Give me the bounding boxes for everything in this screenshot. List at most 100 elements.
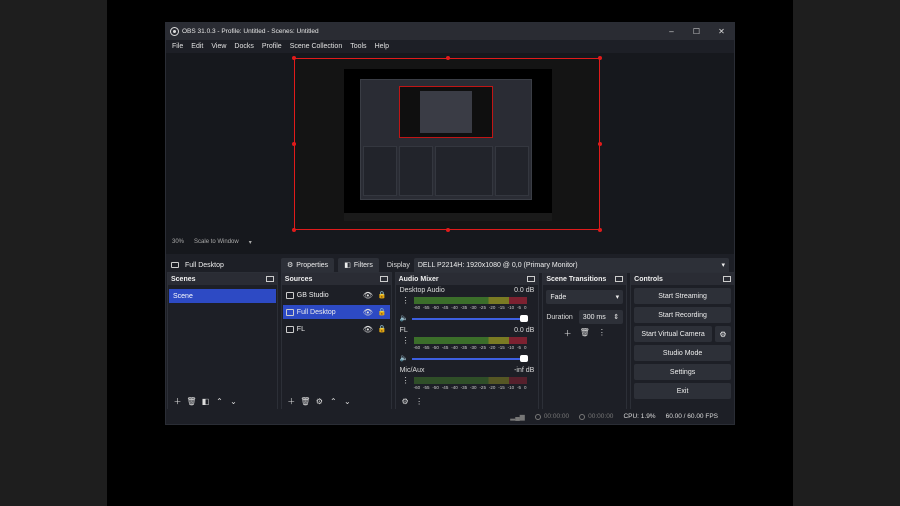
more-options-icon[interactable]: ⋮ bbox=[598, 328, 606, 339]
controls-dock: Controls Start Streaming Start Recording… bbox=[630, 272, 734, 410]
preview-canvas[interactable] bbox=[292, 56, 602, 232]
source-item-full-desktop[interactable]: Full Desktop 👁 🔒 bbox=[282, 305, 390, 319]
gear-icon[interactable]: ⚙ bbox=[314, 396, 325, 407]
minimize-button[interactable]: – bbox=[659, 23, 684, 40]
menu-docks[interactable]: Docks bbox=[230, 43, 257, 50]
channel-level: 0.0 dB bbox=[514, 287, 535, 294]
meter-ticks: -60 -55 -50 -45 -40 -35 -30 -25 -20 -15 -10 -5 0 bbox=[413, 305, 527, 310]
chevron-down-icon[interactable]: ⌄ bbox=[228, 396, 239, 407]
settings-button[interactable]: Settings bbox=[634, 364, 731, 380]
source-item-fl[interactable]: FL 👁 🔒 bbox=[283, 322, 390, 336]
filters-button[interactable]: ◧ Filters bbox=[338, 257, 379, 273]
start-recording-button[interactable]: Start Recording bbox=[634, 307, 731, 323]
resize-handle[interactable] bbox=[598, 142, 602, 146]
start-streaming-button[interactable]: Start Streaming bbox=[634, 288, 731, 304]
display-select[interactable]: DELL P2214H: 1920x1080 @ 0,0 (Primary Mo… bbox=[413, 257, 729, 273]
captured-desktop-image bbox=[344, 69, 552, 221]
filter-icon[interactable]: ◧ bbox=[200, 396, 211, 407]
trash-icon[interactable]: 🗑 bbox=[580, 328, 590, 339]
resize-handle[interactable] bbox=[598, 56, 602, 60]
eye-icon[interactable]: 👁 bbox=[363, 325, 373, 334]
stepper-icon[interactable]: ⇕ bbox=[613, 313, 619, 321]
maximize-button[interactable]: ☐ bbox=[684, 23, 709, 40]
gear-icon[interactable]: ⚙ bbox=[714, 326, 731, 342]
speaker-icon[interactable]: 🔈 bbox=[400, 354, 409, 362]
slider-handle[interactable] bbox=[519, 355, 528, 362]
menu-help[interactable]: Help bbox=[371, 43, 393, 50]
undock-icon[interactable] bbox=[265, 276, 274, 282]
chevron-up-icon[interactable]: ⌃ bbox=[214, 396, 225, 407]
transitions-dock: Scene Transitions Fade ▾ Duration 300 ms… bbox=[542, 272, 628, 410]
properties-button[interactable]: ⚙ Properties bbox=[281, 257, 335, 273]
add-icon[interactable]: ＋ bbox=[286, 396, 297, 407]
sources-toolbar: ＋ 🗑 ⚙ ⌃ ⌄ bbox=[282, 393, 391, 409]
transitions-title: Scene Transitions bbox=[546, 275, 607, 283]
zoom-level: 30% bbox=[172, 239, 185, 245]
chevron-down-icon[interactable]: ⌄ bbox=[342, 396, 353, 407]
obs-window: OBS 31.0.3 - Profile: Untitled - Scenes:… bbox=[165, 22, 735, 425]
backdrop-right bbox=[793, 0, 900, 506]
chevron-up-icon[interactable]: ⌃ bbox=[328, 396, 339, 407]
volume-meter bbox=[413, 297, 527, 304]
resize-handle[interactable] bbox=[292, 56, 296, 60]
more-options-icon[interactable]: ⋮ bbox=[402, 376, 410, 385]
scene-name: Scene bbox=[173, 292, 193, 300]
resize-handle[interactable] bbox=[292, 142, 296, 146]
resize-handle[interactable] bbox=[292, 228, 296, 232]
eye-icon[interactable]: 👁 bbox=[363, 308, 373, 317]
slider-handle[interactable] bbox=[519, 315, 528, 322]
channel-level: -inf dB bbox=[514, 367, 535, 374]
resize-handle[interactable] bbox=[446, 56, 450, 60]
signal-icon: ▂▄▆ bbox=[510, 413, 525, 421]
chevron-down-icon[interactable]: ▾ bbox=[249, 239, 252, 246]
add-icon[interactable]: ＋ bbox=[564, 328, 572, 339]
scene-item[interactable]: Scene bbox=[169, 289, 276, 303]
volume-slider[interactable] bbox=[411, 315, 528, 322]
source-item-gb-studio[interactable]: GB Studio 👁 🔒 bbox=[283, 288, 390, 302]
audio-mixer-title: Audio Mixer bbox=[398, 275, 439, 283]
volume-slider[interactable] bbox=[411, 355, 528, 362]
more-options-icon[interactable]: ⋮ bbox=[402, 296, 410, 305]
resize-handle[interactable] bbox=[446, 228, 450, 232]
trash-icon[interactable]: 🗑 bbox=[186, 396, 197, 407]
menu-profile[interactable]: Profile bbox=[258, 43, 286, 50]
transitions-header: Scene Transitions bbox=[543, 273, 627, 285]
nested-dock bbox=[399, 146, 433, 196]
gear-icon[interactable]: ⚙ bbox=[400, 396, 411, 407]
lock-icon[interactable]: 🔒 bbox=[378, 325, 387, 333]
undock-icon[interactable] bbox=[379, 276, 388, 282]
transition-select[interactable]: Fade ▾ bbox=[546, 290, 624, 304]
scale-mode[interactable]: Scale to Window bbox=[194, 239, 239, 246]
speaker-icon[interactable]: 🔈 bbox=[400, 314, 409, 322]
add-icon[interactable]: ＋ bbox=[172, 396, 183, 407]
close-button[interactable]: ✕ bbox=[709, 23, 734, 40]
more-options-icon[interactable]: ⋮ bbox=[414, 396, 425, 407]
lock-icon[interactable]: 🔒 bbox=[378, 308, 387, 316]
monitor-icon bbox=[171, 262, 179, 268]
exit-button[interactable]: Exit bbox=[634, 383, 731, 399]
preview-area[interactable]: 30% Scale to Window ▾ bbox=[166, 53, 734, 254]
source-name: FL bbox=[296, 325, 305, 333]
menu-scene-collection[interactable]: Scene Collection bbox=[286, 43, 347, 50]
undock-icon[interactable] bbox=[615, 276, 624, 282]
menu-file[interactable]: File bbox=[168, 43, 187, 50]
menu-tools[interactable]: Tools bbox=[346, 43, 370, 50]
undock-icon[interactable] bbox=[722, 276, 731, 282]
more-options-icon[interactable]: ⋮ bbox=[402, 336, 410, 345]
nested-dock bbox=[363, 146, 397, 196]
audio-mixer-header: Audio Mixer bbox=[395, 273, 539, 285]
resize-handle[interactable] bbox=[598, 228, 602, 232]
channel-name: Desktop Audio bbox=[399, 287, 445, 294]
menu-view[interactable]: View bbox=[207, 43, 230, 50]
undock-icon[interactable] bbox=[527, 276, 536, 282]
duration-input[interactable]: 300 ms ⇕ bbox=[578, 310, 624, 324]
chevron-down-icon: ▾ bbox=[721, 262, 725, 269]
trash-icon[interactable]: 🗑 bbox=[300, 396, 311, 407]
studio-mode-button[interactable]: Studio Mode bbox=[634, 345, 731, 361]
eye-icon[interactable]: 👁 bbox=[363, 291, 373, 300]
lock-icon[interactable]: 🔒 bbox=[378, 291, 387, 299]
record-status: 00:00:00 bbox=[579, 413, 613, 420]
transitions-body: Fade ▾ Duration 300 ms ⇕ ＋ 🗑 ⋮ bbox=[543, 285, 626, 409]
start-virtual-camera-button[interactable]: Start Virtual Camera bbox=[634, 326, 712, 342]
menu-edit[interactable]: Edit bbox=[187, 43, 207, 50]
